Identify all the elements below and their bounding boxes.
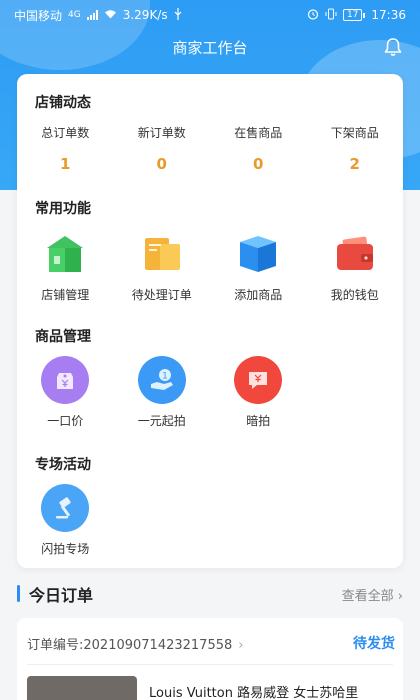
product-label: 一口价 bbox=[47, 414, 84, 428]
stat-total-orders[interactable]: 总订单数 1 bbox=[17, 124, 114, 173]
network-type: 4G bbox=[68, 10, 81, 20]
stat-label: 在售商品 bbox=[234, 126, 283, 140]
stat-off-shelf[interactable]: 下架商品 2 bbox=[307, 124, 404, 173]
product-sealed-auction[interactable]: 暗拍 bbox=[210, 356, 307, 429]
vibrate-icon bbox=[325, 8, 337, 23]
stat-on-sale[interactable]: 在售商品 0 bbox=[210, 124, 307, 173]
section-accent-bar bbox=[17, 585, 20, 602]
function-label: 我的钱包 bbox=[330, 288, 379, 302]
product-label: 暗拍 bbox=[246, 414, 271, 428]
function-store-management[interactable]: 店铺管理 bbox=[17, 230, 114, 303]
wallet-icon bbox=[331, 230, 379, 278]
today-orders-header: 今日订单 查看全部 › bbox=[17, 582, 403, 606]
product-label: 一元起拍 bbox=[137, 414, 186, 428]
section-title-special-events: 专场活动 bbox=[35, 457, 91, 473]
battery-icon: 17 bbox=[342, 9, 366, 21]
workbench-card: 店铺动态 总订单数 1 新订单数 0 在售商品 0 下架商品 2 常用功能 店铺… bbox=[17, 74, 403, 568]
function-my-wallet[interactable]: 我的钱包 bbox=[307, 230, 404, 303]
divider bbox=[27, 664, 393, 665]
add-product-icon bbox=[234, 230, 282, 278]
view-all-label: 查看全部 bbox=[341, 589, 394, 604]
carrier-label: 中国移动 bbox=[14, 8, 63, 23]
special-events-row: 闪拍专场 bbox=[17, 484, 403, 557]
shop-stats: 总订单数 1 新订单数 0 在售商品 0 下架商品 2 bbox=[17, 124, 403, 173]
common-functions-row: 店铺管理 待处理订单 添加商品 我的钱包 bbox=[17, 230, 403, 303]
section-title-shop-dynamics: 店铺动态 bbox=[35, 95, 91, 111]
stat-label: 总订单数 bbox=[41, 126, 90, 140]
function-add-product[interactable]: 添加商品 bbox=[210, 230, 307, 303]
product-fixed-price[interactable]: 一口价 bbox=[17, 356, 114, 429]
function-label: 店铺管理 bbox=[41, 288, 90, 302]
stat-new-orders[interactable]: 新订单数 0 bbox=[114, 124, 211, 173]
order-number-text: 订单编号:202109071423217558 bbox=[27, 638, 233, 653]
svg-text:1: 1 bbox=[162, 372, 168, 382]
event-label: 闪拍专场 bbox=[41, 542, 90, 556]
function-label: 添加商品 bbox=[234, 288, 283, 302]
product-one-yuan-auction[interactable]: 1 一元起拍 bbox=[114, 356, 211, 429]
order-number[interactable]: 订单编号:202109071423217558 › bbox=[27, 634, 243, 653]
product-management-row: 一口价 1 一元起拍 暗拍 bbox=[17, 356, 403, 429]
clock-time: 17:36 bbox=[371, 8, 406, 22]
store-icon bbox=[41, 230, 89, 278]
battery-level: 17 bbox=[342, 9, 363, 21]
network-speed: 3.29K/s bbox=[122, 8, 168, 22]
function-pending-orders[interactable]: 待处理订单 bbox=[114, 230, 211, 303]
stat-value: 1 bbox=[60, 155, 71, 173]
today-orders-title: 今日订单 bbox=[29, 586, 94, 605]
signal-icon bbox=[86, 10, 98, 20]
event-flash-auction[interactable]: 闪拍专场 bbox=[17, 484, 114, 557]
page-title: 商家工作台 bbox=[172, 39, 248, 57]
stat-value: 0 bbox=[253, 155, 264, 173]
gavel-icon bbox=[41, 484, 90, 532]
order-card[interactable]: 订单编号:202109071423217558 › 待发货 Louis Vuitt… bbox=[17, 618, 403, 700]
order-status-badge: 待发货 bbox=[353, 636, 395, 652]
status-bar: 中国移动 4G 3.29K/s 17 17:36 bbox=[0, 0, 420, 30]
price-tag-icon bbox=[41, 356, 90, 404]
sealed-auction-icon bbox=[234, 356, 283, 404]
wifi-icon bbox=[104, 8, 117, 22]
stat-label: 下架商品 bbox=[330, 126, 379, 140]
one-yuan-auction-icon: 1 bbox=[137, 356, 186, 404]
chevron-right-icon: › bbox=[397, 589, 403, 604]
stat-value: 0 bbox=[156, 155, 167, 173]
product-thumbnail[interactable] bbox=[27, 676, 137, 700]
bell-icon[interactable] bbox=[382, 36, 404, 58]
stat-label: 新订单数 bbox=[137, 126, 186, 140]
function-label: 待处理订单 bbox=[131, 288, 192, 302]
section-title-product-management: 商品管理 bbox=[35, 329, 91, 345]
usb-icon bbox=[174, 7, 182, 23]
section-title-common-functions: 常用功能 bbox=[35, 201, 91, 217]
chevron-right-icon: › bbox=[238, 638, 244, 653]
product-name: Louis Vuitton 路易威登 女士苏哈里 bbox=[149, 686, 359, 700]
alarm-icon bbox=[307, 8, 319, 23]
pending-orders-icon bbox=[138, 230, 186, 278]
view-all-link[interactable]: 查看全部 › bbox=[342, 585, 403, 604]
stat-value: 2 bbox=[349, 155, 360, 173]
